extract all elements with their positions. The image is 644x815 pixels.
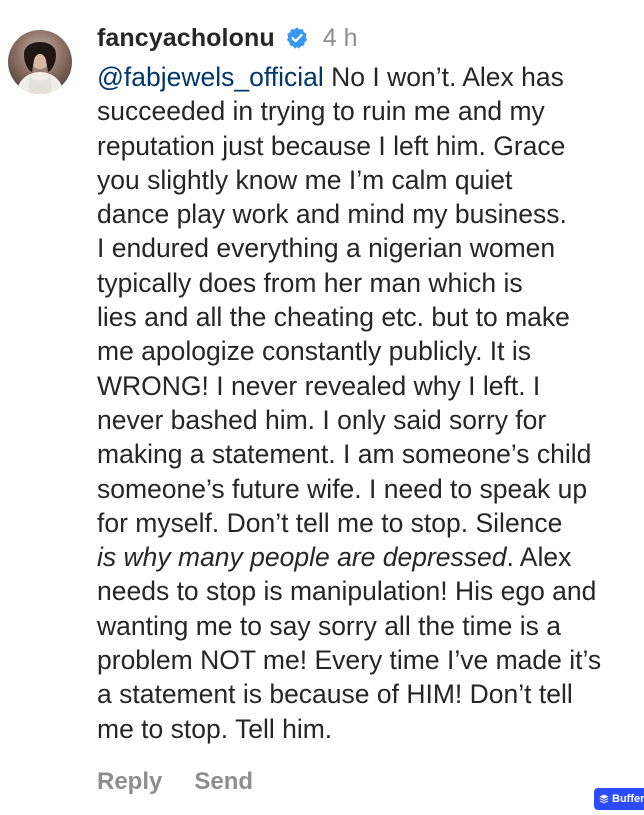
verified-badge-icon: [285, 26, 309, 50]
comment-line: reputation just because I left him. Grac…: [97, 130, 566, 161]
reply-button[interactable]: Reply: [97, 768, 162, 796]
comment-header: fancyacholonu 4 h: [97, 22, 357, 54]
comment-line: someone’s future wife. I need to speak u…: [97, 473, 588, 504]
comment-line: for myself. Don’t tell me to stop. Silen…: [97, 507, 563, 538]
buffer-label: Buffer: [612, 793, 644, 805]
username[interactable]: fancyacholonu: [97, 24, 275, 53]
avatar[interactable]: [8, 30, 72, 94]
buffer-button[interactable]: Buffer: [594, 788, 644, 810]
comment-line: lies and all the cheating etc. but to ma…: [97, 302, 570, 333]
timestamp: 4 h: [322, 23, 358, 52]
comment-line: me apologize constantly publicly. It is: [97, 336, 532, 367]
comment-container: fancyacholonu 4 h @fabjewels_official No…: [0, 0, 644, 815]
comment-line-text: No I won’t. Alex has: [323, 62, 564, 92]
comment-line: never bashed him. I only said sorry for: [97, 404, 547, 435]
avatar-photo: [16, 42, 64, 94]
comment-line: @fabjewels_official No I won’t. Alex has: [97, 60, 644, 94]
buffer-stack-icon: [599, 794, 609, 804]
comment-actions: Reply Send: [97, 768, 253, 796]
comment-line: a statement is because of HIM! Don’t tel…: [97, 679, 573, 710]
comment-line: dance play work and mind my business.: [97, 199, 567, 230]
send-button[interactable]: Send: [194, 768, 253, 796]
comment-line: me to stop. Tell him.: [97, 713, 333, 744]
comment-line-italic: is why many people are depressed: [97, 542, 507, 573]
mention-link[interactable]: @fabjewels_official: [97, 62, 324, 92]
comment-line: wanting me to say sorry all the time is …: [97, 610, 561, 641]
comment-line: problem NOT me! Every time I’ve made it’…: [97, 645, 602, 676]
comment-line-text: . Alex: [506, 542, 572, 573]
comment-line: WRONG! I never revealed why I left. I: [97, 370, 541, 401]
comment-line: making a statement. I am someone’s child: [97, 439, 592, 470]
comment-line: you slightly know me I’m calm quiet: [97, 164, 513, 195]
comment-line: I endured everything a nigerian women: [97, 233, 556, 264]
comment-line: is why many people are depressed. Alex: [97, 540, 644, 574]
comment-line: typically does from her man which is: [97, 267, 523, 298]
comment-line: succeeded in trying to ruin me and my: [97, 96, 545, 127]
comment-line: needs to stop is manipulation! His ego a…: [97, 576, 597, 607]
comment-text: @fabjewels_official No I won’t. Alex has…: [97, 60, 644, 746]
